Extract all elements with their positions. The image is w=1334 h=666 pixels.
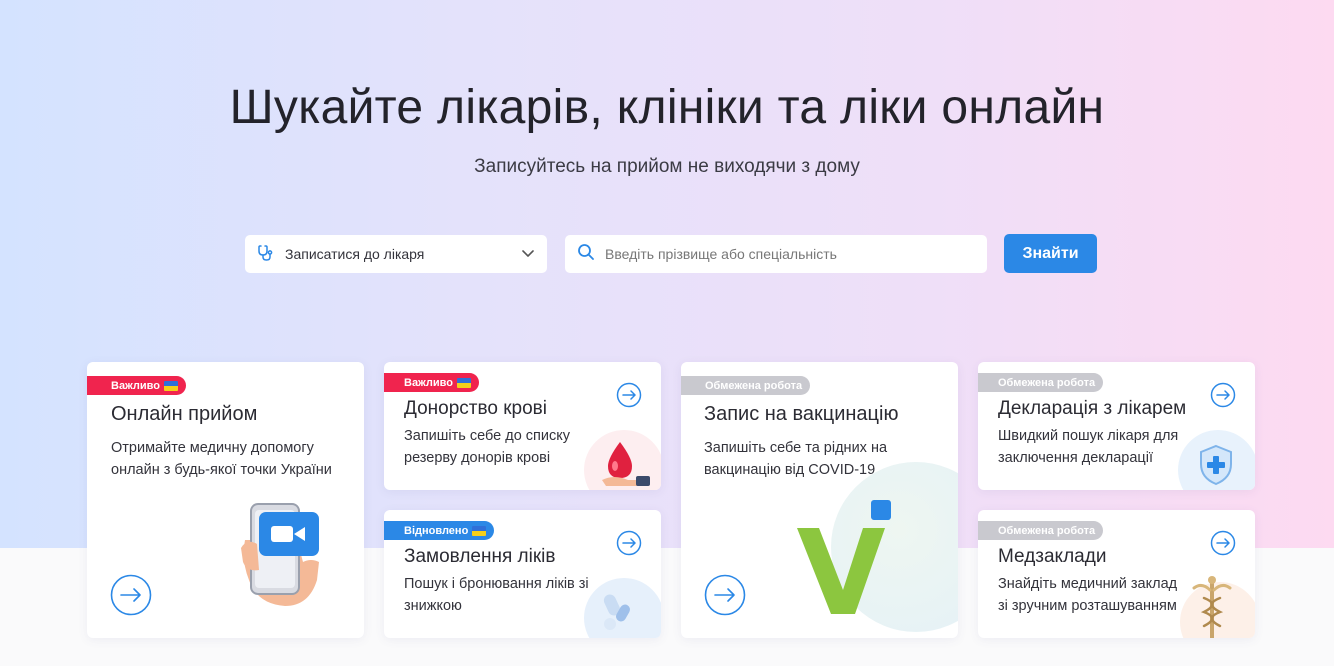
page-subtitle: Записуйтесь на прийом не виходячи з дому <box>474 156 860 177</box>
status-badge: Важливо <box>87 376 186 395</box>
caduceus-icon <box>1192 576 1232 638</box>
card-title: Медзаклади <box>998 546 1107 567</box>
card-title: Запис на вакцинацію <box>704 403 899 425</box>
arrow-right-icon[interactable] <box>616 530 642 556</box>
card-medicine-order[interactable]: Відновлено Замовлення ліків Пошук і брон… <box>384 510 661 638</box>
card-title: Декларація з лікарем <box>998 398 1187 419</box>
card-description: Запишіть себе до списку резерву донорів … <box>404 428 570 466</box>
card-clinics[interactable]: Обмежена робота Медзаклади Знайдіть меди… <box>978 510 1255 638</box>
arrow-right-icon[interactable] <box>1210 530 1236 556</box>
card-declaration[interactable]: Обмежена робота Декларація з лікарем Шви… <box>978 362 1255 490</box>
status-badge: Відновлено <box>384 521 495 540</box>
card-blood-donation[interactable]: Важливо Донорство крові Запишіть себе до… <box>384 362 661 490</box>
video-call-phone-illustration <box>241 503 319 606</box>
search-field <box>565 235 987 273</box>
search-input[interactable] <box>605 246 975 262</box>
card-description: Пошук і бронювання ліків зі знижкою <box>404 576 589 614</box>
chevron-down-icon <box>521 246 535 263</box>
ukraine-flag-icon <box>472 525 487 536</box>
status-badge: Важливо <box>384 373 479 392</box>
arrow-right-icon[interactable] <box>1210 382 1236 408</box>
card-description: Запишіть себе та рідних на вакцинацію ві… <box>704 440 888 478</box>
ukraine-flag-icon <box>163 380 178 391</box>
arrow-right-icon[interactable] <box>616 382 642 408</box>
blood-drop-icon <box>602 442 650 486</box>
card-description: Отримайте медичну допомогу онлайн з будь… <box>111 440 332 478</box>
status-badge: Обмежена робота <box>681 376 811 395</box>
card-description: Знайдіть медичний заклад зі зручним розт… <box>998 576 1178 614</box>
page-title: Шукайте лікарів, клініки та ліки онлайн <box>229 81 1105 134</box>
status-badge: Обмежена робота <box>978 521 1104 540</box>
arrow-right-icon[interactable] <box>704 574 746 616</box>
status-badge: Обмежена робота <box>978 373 1104 392</box>
vaccine-logo-icon <box>797 500 891 614</box>
search-button[interactable]: Знайти <box>1004 234 1097 273</box>
search-icon <box>577 243 595 266</box>
arrow-right-icon[interactable] <box>110 574 152 616</box>
stethoscope-icon <box>257 244 275 265</box>
card-title: Донорство крові <box>404 398 547 419</box>
select-value: Записатися до лікаря <box>285 246 425 262</box>
card-description: Швидкий пошук лікаря для заключення декл… <box>998 428 1179 466</box>
card-vaccination[interactable]: Обмежена робота Запис на вакцинацію Запи… <box>681 362 958 638</box>
shield-icon <box>1200 444 1232 486</box>
card-title: Замовлення ліків <box>404 546 556 567</box>
ukraine-flag-icon <box>456 377 471 388</box>
card-online-consultation[interactable]: Важливо Онлайн прийом Отримайте медичну … <box>87 362 364 638</box>
service-select[interactable]: Записатися до лікаря <box>245 235 547 273</box>
pills-icon <box>603 594 630 630</box>
card-title: Онлайн прийом <box>111 403 258 425</box>
